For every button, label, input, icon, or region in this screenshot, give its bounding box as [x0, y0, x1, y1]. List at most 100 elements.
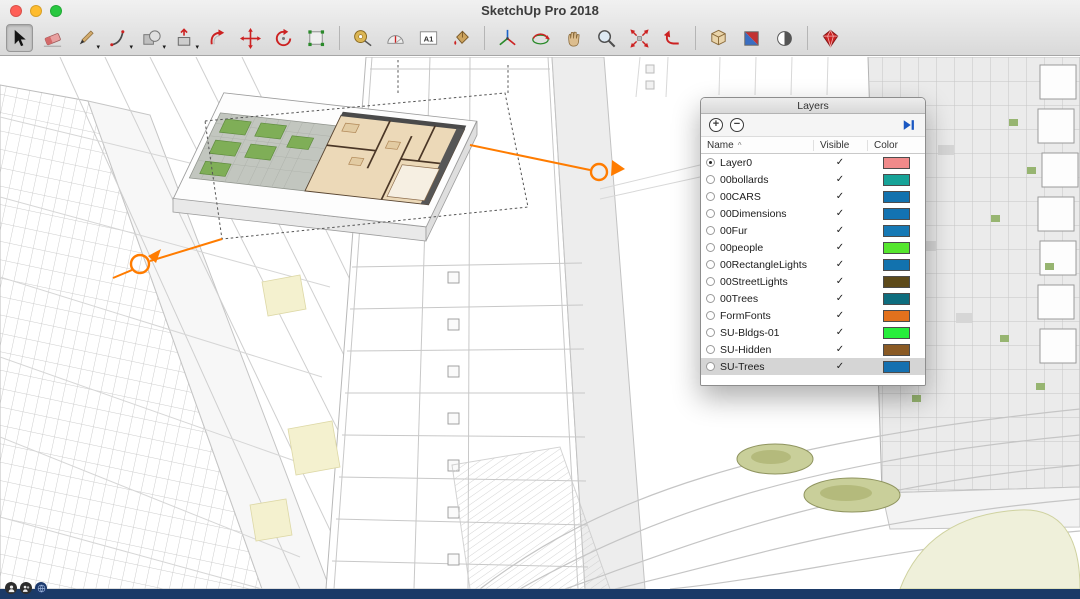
layer-visible-checkbox[interactable]: ✓ [813, 310, 867, 321]
layer-details-button[interactable] [901, 118, 917, 132]
current-layer-radio[interactable] [706, 158, 715, 167]
protractor-tool-button[interactable] [382, 24, 409, 52]
layer-color-swatch[interactable] [883, 310, 910, 322]
layer-visible-checkbox[interactable]: ✓ [813, 242, 867, 253]
select-tool-button[interactable] [6, 24, 33, 52]
layers-panel-title[interactable]: Layers [701, 98, 925, 114]
remove-layer-button[interactable]: − [730, 118, 744, 132]
layer-visible-checkbox[interactable]: ✓ [813, 208, 867, 219]
eraser-tool-button[interactable] [39, 24, 66, 52]
layer-visible-checkbox[interactable]: ✓ [813, 361, 867, 372]
rotate-icon [272, 27, 295, 50]
follow-me-tool-button[interactable] [204, 24, 231, 52]
credits-icon[interactable] [20, 582, 32, 594]
dropdown-caret[interactable]: ▾ [195, 44, 199, 51]
layer-color-swatch[interactable] [883, 225, 910, 237]
push-pull-tool-button[interactable]: ▾ [171, 24, 198, 52]
current-layer-radio[interactable] [706, 362, 715, 371]
protractor-icon [384, 27, 407, 50]
orbit-tool-button[interactable] [527, 24, 554, 52]
column-header-color[interactable]: Color [867, 140, 925, 151]
current-layer-radio[interactable] [706, 243, 715, 252]
text-icon: A1 [417, 27, 440, 50]
layer-visible-checkbox[interactable]: ✓ [813, 225, 867, 236]
layer-row[interactable]: SU-Trees ✓ [701, 358, 925, 375]
dropdown-caret[interactable]: ▾ [129, 44, 133, 51]
layer-row[interactable]: FormFonts ✓ [701, 307, 925, 324]
scale-tool-button[interactable] [303, 24, 330, 52]
materials-tool-button[interactable] [738, 24, 765, 52]
current-layer-radio[interactable] [706, 209, 715, 218]
layer-color-swatch[interactable] [883, 293, 910, 305]
shapes-tool-button[interactable]: ▾ [138, 24, 165, 52]
layer-color-swatch[interactable] [883, 259, 910, 271]
layer-row[interactable]: SU-Bldgs-01 ✓ [701, 324, 925, 341]
extension-warehouse-tool-button[interactable] [817, 24, 844, 52]
current-layer-radio[interactable] [706, 175, 715, 184]
current-layer-radio[interactable] [706, 192, 715, 201]
add-layer-button[interactable]: + [709, 118, 723, 132]
layers-panel-footer [701, 375, 925, 385]
layer-row[interactable]: 00bollards ✓ [701, 171, 925, 188]
current-layer-radio[interactable] [706, 294, 715, 303]
line-tool-button[interactable]: ▾ [72, 24, 99, 52]
text-tool-button[interactable]: A1 [415, 24, 442, 52]
current-layer-radio[interactable] [706, 226, 715, 235]
layer-color-swatch[interactable] [883, 276, 910, 288]
layer-row[interactable]: 00Fur ✓ [701, 222, 925, 239]
components-tool-button[interactable] [705, 24, 732, 52]
move-tool-button[interactable] [237, 24, 264, 52]
dropdown-caret[interactable]: ▾ [96, 44, 100, 51]
layer-row[interactable]: 00Trees ✓ [701, 290, 925, 307]
layer-color-swatch[interactable] [883, 208, 910, 220]
titlebar[interactable]: SketchUp Pro 2018 [0, 0, 1080, 20]
layer-row[interactable]: 00StreetLights ✓ [701, 273, 925, 290]
layer-row[interactable]: SU-Hidden ✓ [701, 341, 925, 358]
globe-icon[interactable] [35, 582, 47, 594]
layer-row[interactable]: 00RectangleLights ✓ [701, 256, 925, 273]
current-layer-radio[interactable] [706, 345, 715, 354]
zoom-tool-button[interactable] [593, 24, 620, 52]
layer-color-swatch[interactable] [883, 327, 910, 339]
geolocation-icon[interactable] [5, 582, 17, 594]
pan-tool-button[interactable] [560, 24, 587, 52]
previous-view-tool-button[interactable] [659, 24, 686, 52]
layer-visible-checkbox[interactable]: ✓ [813, 344, 867, 355]
layer-color-swatch[interactable] [883, 157, 910, 169]
tape-measure-tool-button[interactable] [349, 24, 376, 52]
layers-panel-toolbar: + − [701, 114, 925, 137]
zoom-extents-tool-button[interactable] [626, 24, 653, 52]
layer-row[interactable]: 00people ✓ [701, 239, 925, 256]
status-icons [5, 582, 47, 594]
current-layer-radio[interactable] [706, 328, 715, 337]
paint-bucket-tool-button[interactable] [448, 24, 475, 52]
layer-visible-checkbox[interactable]: ✓ [813, 259, 867, 270]
layer-visible-checkbox[interactable]: ✓ [813, 157, 867, 168]
column-header-visible[interactable]: Visible [813, 140, 867, 151]
layer-color-swatch[interactable] [883, 191, 910, 203]
layer-color-swatch[interactable] [883, 242, 910, 254]
styles-tool-button[interactable] [771, 24, 798, 52]
current-layer-radio[interactable] [706, 311, 715, 320]
arc-tool-button[interactable]: ▾ [105, 24, 132, 52]
layer-visible-checkbox[interactable]: ✓ [813, 293, 867, 304]
current-layer-radio[interactable] [706, 277, 715, 286]
layer-row[interactable]: 00Dimensions ✓ [701, 205, 925, 222]
main-toolbar: ▾ ▾ ▾ ▾ [0, 20, 1080, 56]
column-header-name[interactable]: Name^ [701, 140, 813, 151]
layer-visible-checkbox[interactable]: ✓ [813, 174, 867, 185]
layers-panel[interactable]: Layers + − Name^ Visible Color Layer0 ✓ … [700, 97, 926, 386]
layer-color-swatch[interactable] [883, 174, 910, 186]
arc-icon [107, 27, 130, 50]
rotate-tool-button[interactable] [270, 24, 297, 52]
dropdown-caret[interactable]: ▾ [162, 44, 166, 51]
layer-color-swatch[interactable] [883, 344, 910, 356]
layer-visible-checkbox[interactable]: ✓ [813, 327, 867, 338]
layer-visible-checkbox[interactable]: ✓ [813, 276, 867, 287]
layer-row[interactable]: Layer0 ✓ [701, 154, 925, 171]
layer-visible-checkbox[interactable]: ✓ [813, 191, 867, 202]
current-layer-radio[interactable] [706, 260, 715, 269]
layer-color-swatch[interactable] [883, 361, 910, 373]
layer-row[interactable]: 00CARS ✓ [701, 188, 925, 205]
axes-tool-button[interactable] [494, 24, 521, 52]
